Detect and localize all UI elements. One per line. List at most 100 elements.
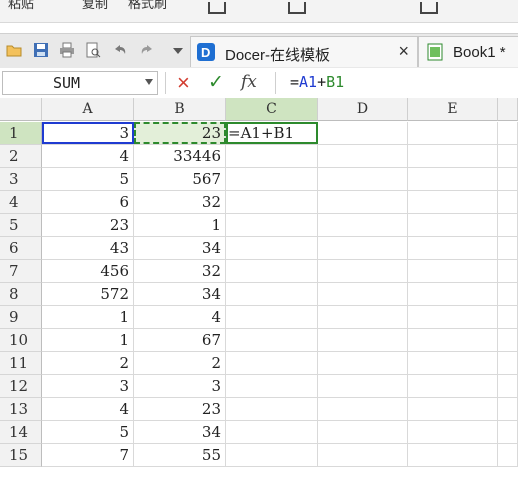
cell-c2[interactable] (226, 145, 318, 168)
cell-c3[interactable] (226, 168, 318, 191)
cell-f8[interactable] (498, 283, 518, 306)
column-header[interactable]: B (134, 98, 226, 121)
row-header[interactable]: 15 (0, 444, 42, 467)
ribbon-icon[interactable] (208, 2, 226, 14)
row-header[interactable]: 14 (0, 421, 42, 444)
cell-f11[interactable] (498, 352, 518, 375)
cell-f1[interactable] (498, 122, 518, 145)
cell-d8[interactable] (318, 283, 408, 306)
cell-b5[interactable]: 1 (134, 214, 226, 237)
cell-c13[interactable] (226, 398, 318, 421)
ribbon-item[interactable]: 复制 (82, 0, 108, 12)
cell-e12[interactable] (408, 375, 498, 398)
formula-input[interactable]: =A1+B1 (284, 71, 518, 93)
cell-b3[interactable]: 567 (134, 168, 226, 191)
cell-b11[interactable]: 2 (134, 352, 226, 375)
cell-c15[interactable] (226, 444, 318, 467)
cell-f10[interactable] (498, 329, 518, 352)
cell-e2[interactable] (408, 145, 498, 168)
cell-e10[interactable] (408, 329, 498, 352)
cell-c5[interactable] (226, 214, 318, 237)
ribbon-item[interactable]: 粘贴 (8, 0, 34, 12)
cell-b14[interactable]: 34 (134, 421, 226, 444)
cell-b6[interactable]: 34 (134, 237, 226, 260)
cell-c10[interactable] (226, 329, 318, 352)
cell-a9[interactable]: 1 (42, 306, 134, 329)
row-header[interactable]: 9 (0, 306, 42, 329)
cell-d1[interactable] (318, 122, 408, 145)
column-header[interactable] (498, 98, 518, 121)
cell-e5[interactable] (408, 214, 498, 237)
cell-a10[interactable]: 1 (42, 329, 134, 352)
row-header[interactable]: 13 (0, 398, 42, 421)
chevron-down-icon[interactable] (170, 42, 186, 58)
folder-icon[interactable] (6, 42, 22, 58)
cell-d15[interactable] (318, 444, 408, 467)
cell-f4[interactable] (498, 191, 518, 214)
chevron-down-icon[interactable] (145, 79, 153, 85)
tab-book1[interactable]: Book1 * (418, 36, 518, 67)
ribbon-item[interactable]: 格式刷 (128, 0, 167, 12)
select-all-corner[interactable] (0, 98, 42, 121)
cell-f15[interactable] (498, 444, 518, 467)
column-header[interactable]: C (226, 98, 318, 121)
cell-e8[interactable] (408, 283, 498, 306)
ribbon-icon[interactable] (288, 2, 306, 14)
column-header[interactable]: A (42, 98, 134, 121)
cell-c4[interactable] (226, 191, 318, 214)
cell-a14[interactable]: 5 (42, 421, 134, 444)
close-icon[interactable]: × (398, 41, 409, 62)
undo-icon[interactable] (112, 42, 128, 58)
cell-f7[interactable] (498, 260, 518, 283)
cell-a13[interactable]: 4 (42, 398, 134, 421)
cell-c11[interactable] (226, 352, 318, 375)
cell-c7[interactable] (226, 260, 318, 283)
cell-e9[interactable] (408, 306, 498, 329)
cell-b12[interactable]: 3 (134, 375, 226, 398)
cell-f2[interactable] (498, 145, 518, 168)
cell-d14[interactable] (318, 421, 408, 444)
row-header[interactable]: 8 (0, 283, 42, 306)
cell-a12[interactable]: 3 (42, 375, 134, 398)
cell-f12[interactable] (498, 375, 518, 398)
name-box[interactable]: SUM (2, 71, 158, 95)
cell-f9[interactable] (498, 306, 518, 329)
column-header[interactable]: E (408, 98, 498, 121)
cell-d13[interactable] (318, 398, 408, 421)
cell-f13[interactable] (498, 398, 518, 421)
cancel-icon[interactable]: × (177, 70, 190, 96)
cell-b15[interactable]: 55 (134, 444, 226, 467)
cell-b8[interactable]: 34 (134, 283, 226, 306)
cell-d4[interactable] (318, 191, 408, 214)
confirm-icon[interactable]: ✓ (208, 71, 224, 94)
row-header[interactable]: 12 (0, 375, 42, 398)
cell-f3[interactable] (498, 168, 518, 191)
cell-a4[interactable]: 6 (42, 191, 134, 214)
cell-e3[interactable] (408, 168, 498, 191)
cell-d9[interactable] (318, 306, 408, 329)
cell-f5[interactable] (498, 214, 518, 237)
cell-c6[interactable] (226, 237, 318, 260)
cell-d10[interactable] (318, 329, 408, 352)
cell-a15[interactable]: 7 (42, 444, 134, 467)
row-header[interactable]: 11 (0, 352, 42, 375)
row-header[interactable]: 4 (0, 191, 42, 214)
cell-e7[interactable] (408, 260, 498, 283)
cell-d2[interactable] (318, 145, 408, 168)
print-icon[interactable] (59, 42, 75, 58)
cell-b2[interactable]: 33446 (134, 145, 226, 168)
row-header[interactable]: 7 (0, 260, 42, 283)
row-header[interactable]: 2 (0, 145, 42, 168)
cell-b4[interactable]: 32 (134, 191, 226, 214)
row-header[interactable]: 10 (0, 329, 42, 352)
cell-a8[interactable]: 572 (42, 283, 134, 306)
row-header[interactable]: 3 (0, 168, 42, 191)
tab-docer[interactable]: D Docer-在线模板 × (190, 36, 418, 67)
print-preview-icon[interactable] (85, 42, 101, 58)
cell-e6[interactable] (408, 237, 498, 260)
cell-d7[interactable] (318, 260, 408, 283)
cell-a7[interactable]: 456 (42, 260, 134, 283)
ribbon-icon[interactable] (420, 2, 438, 14)
cell-e13[interactable] (408, 398, 498, 421)
column-header[interactable]: D (318, 98, 408, 121)
